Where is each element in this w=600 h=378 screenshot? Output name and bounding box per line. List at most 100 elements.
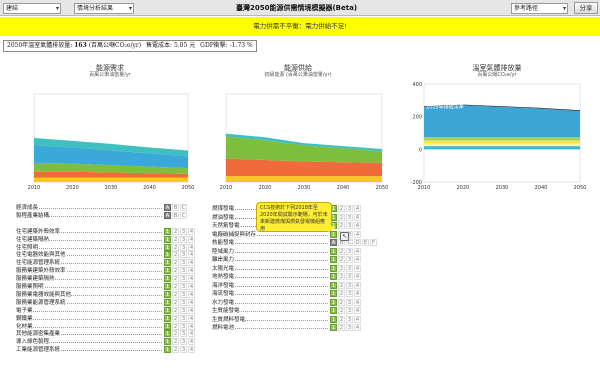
supply-lever-choice[interactable]: 3 [346, 307, 353, 314]
supply-lever-choice[interactable]: 4 [354, 264, 361, 272]
supply-lever-choice[interactable]: D [354, 239, 361, 246]
supply-lever-choice[interactable]: 3 [346, 273, 353, 280]
demand-lever-choice[interactable]: 3 [180, 322, 187, 330]
supply-lever-choice[interactable]: 1 [330, 307, 337, 314]
demand-lever-choice[interactable]: 1 [164, 267, 171, 275]
demand-lever-choice[interactable]: 2 [172, 259, 179, 267]
demand-lever-choice[interactable]: 3 [180, 275, 187, 283]
demand-lever-choice[interactable]: 2 [172, 298, 179, 306]
supply-lever-choice[interactable]: 3 [346, 213, 353, 221]
demand-lever-choice[interactable]: 4 [188, 330, 195, 338]
supply-lever-choice[interactable]: 3 [346, 222, 353, 229]
demand-lever-choice[interactable]: 3 [180, 235, 187, 243]
supply-lever-choice[interactable]: 3 [346, 290, 353, 297]
supply-lever-choice[interactable]: 2 [338, 281, 345, 289]
supply-lever-choice[interactable]: 1 [330, 256, 337, 263]
demand-lever-choice[interactable]: 1 [164, 283, 171, 290]
demand-lever-choice[interactable]: 4 [188, 259, 195, 267]
demand-lever-choice[interactable]: 4 [188, 346, 195, 354]
supply-lever-choice[interactable]: F [370, 239, 377, 246]
demand-lever-choice[interactable]: 2 [172, 227, 179, 235]
demand-lever-choice[interactable]: B [172, 204, 179, 211]
demand-lever-choice[interactable]: 3 [180, 298, 187, 306]
supply-lever-choice[interactable]: 4 [354, 307, 361, 314]
supply-lever-choice[interactable]: 2 [338, 315, 345, 323]
supply-lever-choice[interactable]: 1 [330, 247, 337, 255]
supply-lever-choice[interactable]: 1 [330, 315, 337, 323]
demand-lever-choice[interactable]: 2 [172, 322, 179, 330]
demand-lever-choice[interactable]: 4 [188, 227, 195, 235]
demand-lever-choice[interactable]: 1 [164, 251, 171, 259]
supply-lever-choice[interactable]: 4 [354, 315, 361, 323]
demand-lever-choice[interactable]: A [164, 204, 171, 211]
demand-lever-choice[interactable]: 2 [172, 306, 179, 314]
demand-lever-choice[interactable]: 3 [180, 306, 187, 314]
supply-lever-choice[interactable]: 2 [338, 247, 345, 255]
supply-lever-choice[interactable]: 1 [330, 298, 337, 306]
demand-lever-choice[interactable]: 3 [180, 267, 187, 275]
supply-lever-choice[interactable]: 2 [338, 256, 345, 263]
demand-lever-choice[interactable]: 1 [164, 346, 171, 354]
demand-lever-choice[interactable]: A [164, 211, 171, 219]
supply-lever-choice[interactable]: 4 [354, 222, 361, 229]
demand-lever-choice[interactable]: 4 [188, 314, 195, 322]
demand-lever-choice[interactable]: 1 [164, 243, 171, 251]
supply-lever-choice[interactable]: 3 [346, 264, 353, 272]
supply-lever-choice[interactable]: 1 [330, 290, 337, 297]
scenario-select[interactable]: 情境分析結果 ▾ [74, 3, 134, 14]
demand-lever-choice[interactable]: 2 [172, 330, 179, 338]
supply-lever-choice[interactable]: 4 [354, 281, 361, 289]
demand-lever-choice[interactable]: 4 [188, 251, 195, 259]
demand-lever-choice[interactable]: 1 [164, 322, 171, 330]
demand-lever-choice[interactable]: 4 [188, 235, 195, 243]
supply-lever-choice[interactable]: 3 [346, 315, 353, 323]
demand-lever-choice[interactable]: 2 [172, 338, 179, 346]
supply-lever-choice[interactable]: 4 [354, 298, 361, 306]
supply-lever-choice[interactable]: 4 [354, 256, 361, 263]
supply-lever-choice[interactable]: 3 [346, 256, 353, 263]
demand-lever-choice[interactable]: 2 [172, 267, 179, 275]
supply-lever-choice[interactable]: 1 [330, 264, 337, 272]
supply-lever-choice[interactable]: A [330, 239, 337, 246]
demand-lever-choice[interactable]: 2 [172, 314, 179, 322]
demand-lever-choice[interactable]: 1 [164, 306, 171, 314]
demand-lever-choice[interactable]: 1 [164, 330, 171, 338]
supply-lever-choice[interactable]: 3 [346, 205, 353, 212]
demand-lever-choice[interactable]: 4 [188, 290, 195, 298]
demand-lever-choice[interactable]: 4 [188, 243, 195, 251]
demand-lever-choice[interactable]: 2 [172, 290, 179, 298]
demand-lever-choice[interactable]: 3 [180, 338, 187, 346]
demand-lever-choice[interactable]: 1 [164, 290, 171, 298]
path-select[interactable]: 參考路徑 ▾ [511, 3, 568, 14]
supply-lever-choice[interactable]: 3 [346, 324, 353, 331]
demand-lever-choice[interactable]: 2 [172, 275, 179, 283]
demand-lever-choice[interactable]: 4 [188, 298, 195, 306]
demand-lever-choice[interactable]: 1 [164, 259, 171, 267]
demand-lever-choice[interactable]: 3 [180, 259, 187, 267]
supply-lever-choice[interactable]: 2 [338, 213, 345, 221]
demand-lever-choice[interactable]: 2 [172, 251, 179, 259]
demand-lever-choice[interactable]: 1 [164, 235, 171, 243]
supply-lever-choice[interactable]: 4 [354, 213, 361, 221]
supply-lever-choice[interactable]: 2 [338, 222, 345, 229]
supply-lever-choice[interactable]: 2 [338, 205, 345, 212]
supply-lever-choice[interactable]: 1 [330, 273, 337, 280]
demand-lever-choice[interactable]: C [180, 211, 187, 219]
supply-lever-choice[interactable]: 1 [330, 324, 337, 331]
demand-lever-choice[interactable]: B [172, 211, 179, 219]
demand-lever-choice[interactable]: 1 [164, 275, 171, 283]
supply-lever-choice[interactable]: 3 [346, 247, 353, 255]
demand-lever-choice[interactable]: 3 [180, 243, 187, 251]
demand-lever-choice[interactable]: 2 [172, 235, 179, 243]
demand-lever-choice[interactable]: 1 [164, 338, 171, 346]
supply-lever-choice[interactable]: 1 [330, 281, 337, 289]
supply-lever-choice[interactable]: 3 [346, 281, 353, 289]
demand-lever-choice[interactable]: 3 [180, 330, 187, 338]
supply-lever-choice[interactable]: 3 [346, 298, 353, 306]
demand-lever-choice[interactable]: 2 [172, 346, 179, 354]
demand-lever-choice[interactable]: 4 [188, 322, 195, 330]
supply-lever-choice[interactable]: 2 [338, 307, 345, 314]
supply-lever-choice[interactable]: 2 [338, 298, 345, 306]
demand-lever-choice[interactable]: 3 [180, 290, 187, 298]
demand-lever-choice[interactable]: 1 [164, 314, 171, 322]
